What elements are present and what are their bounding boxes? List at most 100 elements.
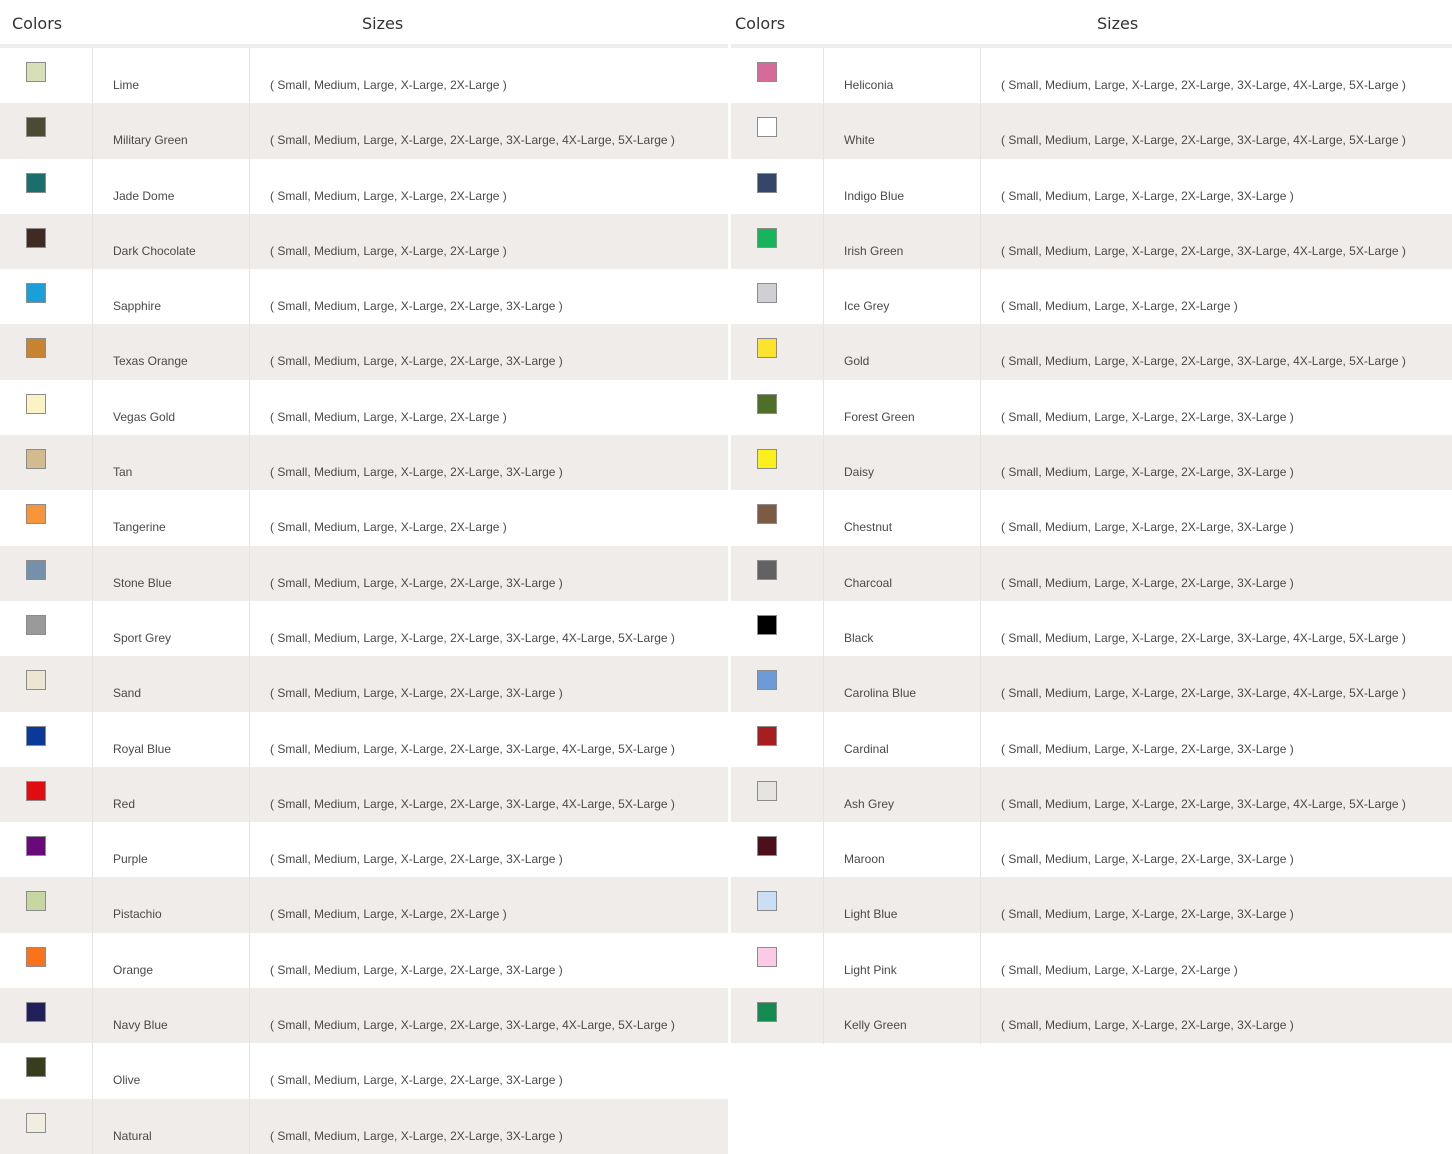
color-swatch (26, 780, 46, 801)
color-size-table-right: Colors Sizes Heliconia ( Small, Medium, L… (731, 0, 1452, 1044)
colors-header: Colors (12, 14, 63, 33)
available-sizes: ( Small, Medium, Large, X-Large, 2X-Larg… (270, 354, 563, 369)
column-divider (823, 48, 824, 1044)
color-name: Stone Blue (113, 575, 172, 590)
color-swatch (26, 946, 46, 967)
sizes-header: Sizes (362, 14, 404, 33)
available-sizes: ( Small, Medium, Large, X-Large, 2X-Larg… (1001, 962, 1238, 977)
color-name: Pistachio (113, 907, 162, 922)
color-swatch (26, 1002, 46, 1023)
colors-header: Colors (735, 14, 786, 33)
available-sizes: ( Small, Medium, Large, X-Large, 2X-Larg… (1001, 78, 1406, 92)
color-swatch (26, 117, 46, 138)
table-row: Texas Orange ( Small, Medium, Large, X-La… (0, 324, 728, 380)
color-size-table-left: Colors Sizes Lime ( Small, Medium, Large,… (0, 0, 728, 1154)
color-swatch (757, 62, 777, 82)
table-row: Light Pink ( Small, Medium, Large, X-Larg… (731, 933, 1452, 988)
available-sizes: ( Small, Medium, Large, X-Large, 2X-Larg… (270, 1073, 563, 1088)
table-header: Colors Sizes (731, 0, 1452, 48)
available-sizes: ( Small, Medium, Large, X-Large, 2X-Larg… (1001, 741, 1294, 756)
table-row: Orange ( Small, Medium, Large, X-Large, 2… (0, 933, 728, 988)
available-sizes: ( Small, Medium, Large, X-Large, 2X-Larg… (270, 796, 675, 811)
available-sizes: ( Small, Medium, Large, X-Large, 2X-Larg… (1001, 686, 1406, 701)
table-row: Purple ( Small, Medium, Large, X-Large, 2… (0, 822, 728, 877)
available-sizes: ( Small, Medium, Large, X-Large, 2X-Larg… (270, 133, 675, 148)
color-name: Sport Grey (113, 630, 172, 645)
table-row: Navy Blue ( Small, Medium, Large, X-Large… (0, 988, 728, 1044)
table-body: Lime ( Small, Medium, Large, X-Large, 2X-… (0, 48, 728, 1154)
color-swatch (757, 780, 777, 801)
color-name: Heliconia (844, 78, 894, 92)
color-swatch (757, 393, 777, 414)
available-sizes: ( Small, Medium, Large, X-Large, 2X-Larg… (1001, 796, 1406, 811)
color-name: Tan (113, 465, 133, 480)
color-swatch (26, 504, 46, 525)
available-sizes: ( Small, Medium, Large, X-Large, 2X-Larg… (270, 465, 563, 480)
available-sizes: ( Small, Medium, Large, X-Large, 2X-Larg… (270, 852, 563, 867)
table-row: Carolina Blue ( Small, Medium, Large, X-L… (731, 656, 1452, 712)
color-swatch (26, 62, 46, 82)
table-row: Stone Blue ( Small, Medium, Large, X-Larg… (0, 545, 728, 601)
table-row: Sport Grey ( Small, Medium, Large, X-Larg… (0, 601, 728, 656)
available-sizes: ( Small, Medium, Large, X-Large, 2X-Larg… (1001, 907, 1294, 922)
table-row: Maroon ( Small, Medium, Large, X-Large, 2… (731, 822, 1452, 877)
color-swatch (757, 338, 777, 359)
color-swatch (757, 614, 777, 635)
table-row: Royal Blue ( Small, Medium, Large, X-Larg… (0, 712, 728, 767)
color-name: Charcoal (844, 575, 893, 590)
color-swatch (757, 172, 777, 193)
color-swatch (757, 504, 777, 525)
available-sizes: ( Small, Medium, Large, X-Large, 2X-Larg… (1001, 299, 1238, 314)
table-row: Gold ( Small, Medium, Large, X-Large, 2X-… (731, 324, 1452, 380)
color-name: Indigo Blue (844, 188, 905, 203)
available-sizes: ( Small, Medium, Large, X-Large, 2X-Larg… (1001, 852, 1294, 867)
color-swatch (757, 1002, 777, 1023)
color-swatch (757, 946, 777, 967)
table-row: Ice Grey ( Small, Medium, Large, X-Large,… (731, 269, 1452, 324)
sizes-header: Sizes (1097, 14, 1139, 33)
table-row: Indigo Blue ( Small, Medium, Large, X-Lar… (731, 159, 1452, 214)
color-name: Cardinal (844, 741, 889, 756)
available-sizes: ( Small, Medium, Large, X-Large, 2X-Larg… (270, 1128, 563, 1143)
color-name: Maroon (844, 852, 885, 867)
available-sizes: ( Small, Medium, Large, X-Large, 2X-Larg… (270, 907, 507, 922)
color-name: Forest Green (844, 409, 915, 424)
available-sizes: ( Small, Medium, Large, X-Large, 2X-Larg… (1001, 188, 1294, 203)
available-sizes: ( Small, Medium, Large, X-Large, 2X-Larg… (1001, 630, 1406, 645)
color-name: Light Pink (844, 962, 897, 977)
color-swatch (26, 1112, 46, 1133)
available-sizes: ( Small, Medium, Large, X-Large, 2X-Larg… (1001, 243, 1406, 258)
color-name: Irish Green (844, 243, 904, 258)
table-row: Cardinal ( Small, Medium, Large, X-Large,… (731, 712, 1452, 767)
column-divider (92, 48, 93, 1154)
table-row: Chestnut ( Small, Medium, Large, X-Large,… (731, 490, 1452, 545)
table-row: Dark Chocolate ( Small, Medium, Large, X-… (0, 213, 728, 270)
color-name: Military Green (113, 133, 188, 148)
color-swatch (757, 725, 777, 746)
available-sizes: ( Small, Medium, Large, X-Large, 2X-Larg… (1001, 465, 1294, 480)
color-swatch (26, 891, 46, 912)
color-name: Black (844, 630, 874, 645)
available-sizes: ( Small, Medium, Large, X-Large, 2X-Larg… (1001, 520, 1294, 535)
table-row: Light Blue ( Small, Medium, Large, X-Larg… (731, 877, 1452, 933)
color-name: Dark Chocolate (113, 243, 196, 258)
column-divider (980, 48, 981, 1044)
available-sizes: ( Small, Medium, Large, X-Large, 2X-Larg… (270, 520, 507, 535)
color-name: Kelly Green (844, 1018, 907, 1033)
table-row: Heliconia ( Small, Medium, Large, X-Large… (731, 48, 1452, 103)
color-swatch (757, 449, 777, 470)
table-row: Military Green ( Small, Medium, Large, X-… (0, 103, 728, 159)
table-row: Black ( Small, Medium, Large, X-Large, 2X… (731, 601, 1452, 656)
available-sizes: ( Small, Medium, Large, X-Large, 2X-Larg… (270, 630, 675, 645)
table-row: Vegas Gold ( Small, Medium, Large, X-Larg… (0, 380, 728, 435)
color-name: Carolina Blue (844, 686, 917, 701)
table-row: Tan ( Small, Medium, Large, X-Large, 2X-L… (0, 435, 728, 491)
color-swatch (26, 725, 46, 746)
color-name: Ice Grey (844, 299, 890, 314)
color-swatch (757, 836, 777, 857)
table-row: Forest Green ( Small, Medium, Large, X-La… (731, 380, 1452, 435)
color-swatch (26, 227, 46, 248)
available-sizes: ( Small, Medium, Large, X-Large, 2X-Larg… (270, 78, 507, 92)
available-sizes: ( Small, Medium, Large, X-Large, 2X-Larg… (1001, 1018, 1294, 1033)
available-sizes: ( Small, Medium, Large, X-Large, 2X-Larg… (270, 741, 675, 756)
